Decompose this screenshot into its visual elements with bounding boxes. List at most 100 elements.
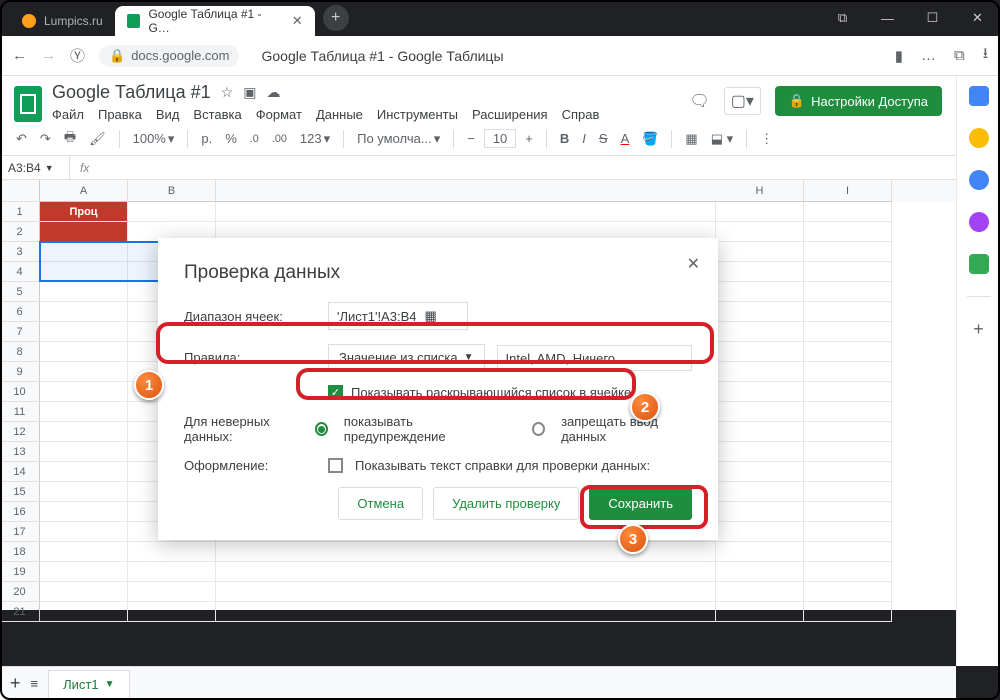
yandex-icon[interactable]: Ⓨ <box>70 45 85 66</box>
add-sheet-icon[interactable]: + <box>10 673 21 694</box>
dec-less-button[interactable]: .0 <box>246 131 263 147</box>
delete-validation-button[interactable]: Удалить проверку <box>433 487 579 520</box>
font-select[interactable]: По умолча... ▾ <box>353 129 444 149</box>
cloud-saved-icon[interactable]: ☁ <box>266 84 280 101</box>
redo-icon[interactable]: ↷ <box>36 129 55 149</box>
row-head[interactable]: 1 <box>0 202 40 222</box>
row-head[interactable]: 11 <box>0 402 40 422</box>
maps-icon[interactable] <box>969 254 989 274</box>
star-icon[interactable]: ☆ <box>221 84 234 101</box>
keep-icon[interactable] <box>969 128 989 148</box>
menu-tools[interactable]: Инструменты <box>377 107 458 122</box>
menu-insert[interactable]: Вставка <box>193 107 241 122</box>
menu-extensions[interactable]: Расширения <box>472 107 548 122</box>
currency-button[interactable]: р. <box>197 129 216 148</box>
size-minus[interactable]: − <box>463 129 479 148</box>
calendar-icon[interactable] <box>969 86 989 106</box>
row-head[interactable]: 5 <box>0 282 40 302</box>
col-head[interactable]: H <box>716 180 804 202</box>
screenshot-icon[interactable]: ⧉ <box>820 0 865 36</box>
select-all-corner[interactable] <box>0 180 40 202</box>
show-dropdown-checkbox[interactable]: ✓ <box>328 385 343 400</box>
zoom-select[interactable]: 100% ▾ <box>129 129 179 149</box>
extensions-icon[interactable]: ⧉ <box>954 47 965 64</box>
cell-a1[interactable]: Проц <box>40 202 128 222</box>
fill-color-button[interactable]: 🪣 <box>638 129 662 149</box>
radio-reject[interactable] <box>532 422 545 436</box>
size-plus[interactable]: + <box>521 129 537 148</box>
browser-tab-lumpics[interactable]: Lumpics.ru <box>10 6 115 36</box>
sheets-logo-icon[interactable] <box>14 86 42 122</box>
comments-icon[interactable]: 🗨 <box>689 91 709 111</box>
strike-button[interactable]: S <box>595 129 612 148</box>
contacts-icon[interactable] <box>969 212 989 232</box>
back-icon[interactable]: ← <box>12 47 27 64</box>
range-input[interactable]: 'Лист1'!A3:B4 ▦ <box>328 302 468 330</box>
menu-view[interactable]: Вид <box>156 107 180 122</box>
bold-button[interactable]: B <box>556 129 573 148</box>
italic-button[interactable]: I <box>578 129 590 148</box>
close-window-button[interactable]: ✕ <box>955 0 1000 36</box>
row-head[interactable]: 13 <box>0 442 40 462</box>
dialog-close-icon[interactable]: ✕ <box>687 254 700 274</box>
bookmark-icon[interactable]: ▮ <box>895 47 903 65</box>
menu-dots-icon[interactable]: … <box>921 47 936 64</box>
rule-type-dropdown[interactable]: Значение из списка▼ <box>328 344 485 371</box>
move-icon[interactable]: ▣ <box>243 84 256 101</box>
row-head[interactable]: 3 <box>0 242 40 262</box>
menu-data[interactable]: Данные <box>316 107 363 122</box>
menu-help[interactable]: Справ <box>562 107 600 122</box>
sheet-tab-1[interactable]: Лист1▼ <box>48 670 129 698</box>
undo-icon[interactable]: ↶ <box>12 129 31 149</box>
add-addon-icon[interactable]: + <box>973 319 984 340</box>
more-icon[interactable]: ⋮ <box>756 129 777 149</box>
minimize-button[interactable]: ― <box>865 0 910 36</box>
radio-warn[interactable] <box>315 422 328 436</box>
col-head[interactable]: A <box>40 180 128 202</box>
num-format-button[interactable]: 123 ▾ <box>296 129 334 149</box>
row-head[interactable]: 12 <box>0 422 40 442</box>
cancel-button[interactable]: Отмена <box>338 487 423 520</box>
borders-button[interactable]: ▦ <box>681 129 701 149</box>
present-icon[interactable]: ▢▾ <box>724 87 761 115</box>
dec-more-button[interactable]: .00 <box>268 131 291 147</box>
row-head[interactable]: 14 <box>0 462 40 482</box>
cell-a2[interactable] <box>40 222 128 242</box>
row-head[interactable]: 10 <box>0 382 40 402</box>
download-icon[interactable]: ⭳ <box>983 43 988 68</box>
row-head[interactable]: 15 <box>0 482 40 502</box>
name-box[interactable]: A3:B4▼ <box>0 156 70 179</box>
row-head[interactable]: 4 <box>0 262 40 282</box>
new-tab-button[interactable]: + <box>323 5 349 31</box>
col-head[interactable]: B <box>128 180 216 202</box>
all-sheets-icon[interactable]: ≡ <box>31 676 39 691</box>
merge-button[interactable]: ⬓ ▾ <box>707 129 737 149</box>
row-head[interactable]: 9 <box>0 362 40 382</box>
text-color-button[interactable]: A <box>617 129 634 148</box>
maximize-button[interactable]: ☐ <box>910 0 955 36</box>
menu-edit[interactable]: Правка <box>98 107 142 122</box>
row-head[interactable]: 21 <box>0 602 40 622</box>
row-head[interactable]: 16 <box>0 502 40 522</box>
share-button[interactable]: 🔒 Настройки Доступа <box>775 86 942 116</box>
browser-tab-sheets[interactable]: Google Таблица #1 - G… ✕ <box>115 6 315 36</box>
row-head[interactable]: 18 <box>0 542 40 562</box>
menu-file[interactable]: Файл <box>52 107 84 122</box>
save-button[interactable]: Сохранить <box>589 487 692 520</box>
url-pill[interactable]: 🔒 docs.google.com <box>99 45 239 67</box>
grid-picker-icon[interactable]: ▦ <box>424 308 436 324</box>
row-head[interactable]: 8 <box>0 342 40 362</box>
print-icon[interactable]: 🖶 <box>60 126 80 152</box>
col-head[interactable]: I <box>804 180 892 202</box>
font-size-input[interactable]: 10 <box>484 129 516 148</box>
help-text-checkbox[interactable] <box>328 458 343 473</box>
document-title[interactable]: Google Таблица #1 <box>52 82 211 103</box>
row-head[interactable]: 20 <box>0 582 40 602</box>
row-head[interactable]: 2 <box>0 222 40 242</box>
menu-format[interactable]: Формат <box>256 107 302 122</box>
row-head[interactable]: 17 <box>0 522 40 542</box>
rule-values-input[interactable]: Intel, AMD, Ничего <box>497 345 692 371</box>
close-tab-icon[interactable]: ✕ <box>292 13 303 29</box>
paint-format-icon[interactable]: 🖌 <box>85 129 110 149</box>
row-head[interactable]: 19 <box>0 562 40 582</box>
